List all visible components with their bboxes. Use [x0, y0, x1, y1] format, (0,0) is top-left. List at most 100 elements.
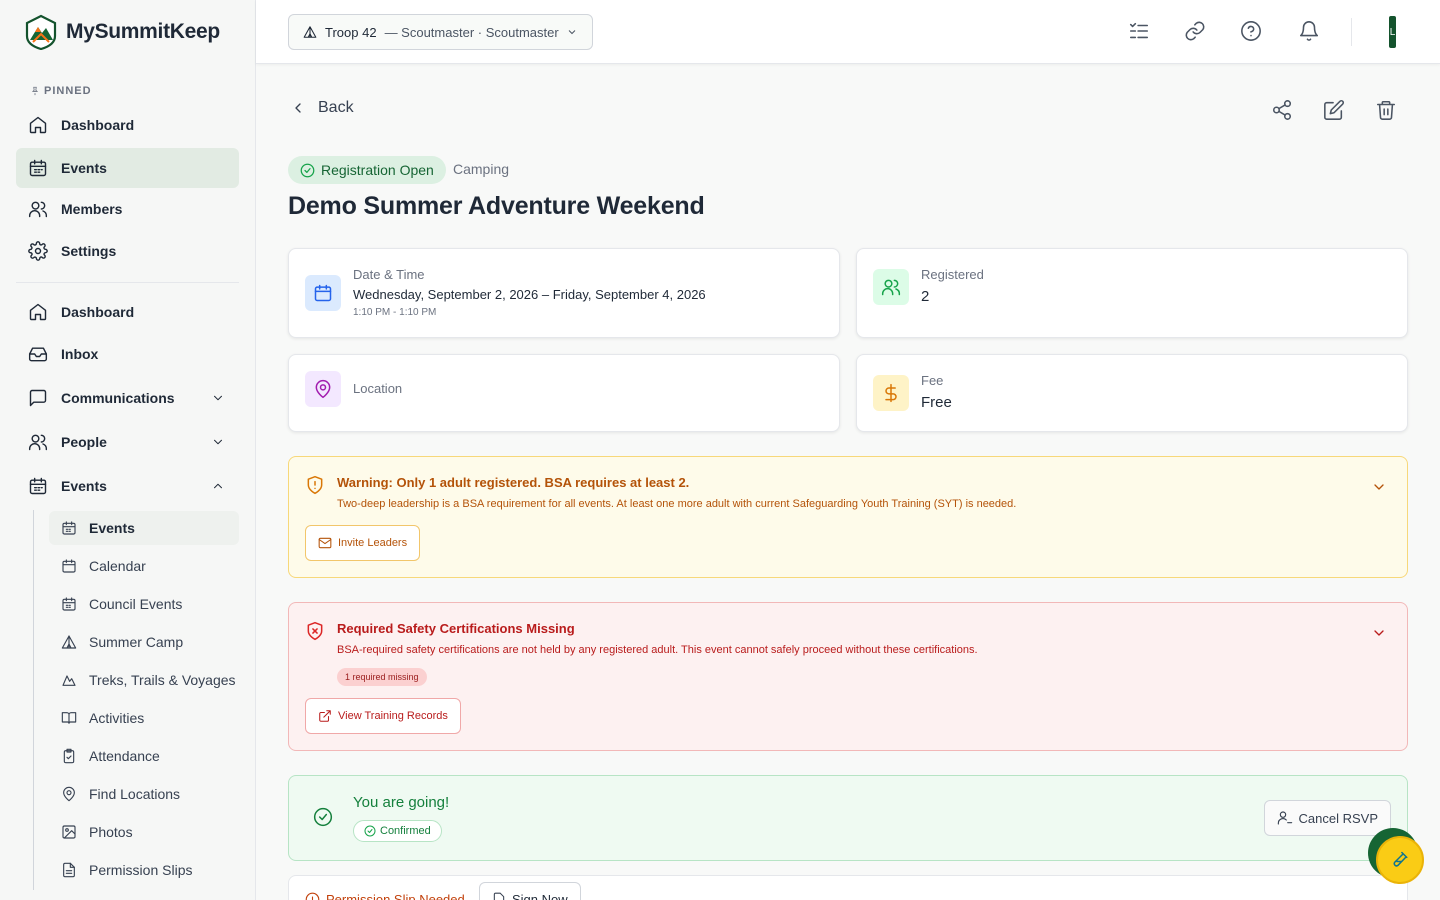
bell-icon [1299, 21, 1319, 41]
rsvp-confirmed-badge: Confirmed [353, 820, 442, 842]
checklist-button[interactable] [1128, 20, 1150, 42]
registered-card: Registered 2 [856, 248, 1408, 338]
sidebar-subitem-events[interactable]: Events [49, 511, 239, 545]
sidebar-pinned-dashboard[interactable]: Dashboard [16, 105, 239, 145]
cancel-rsvp-label: Cancel RSVP [1298, 810, 1378, 826]
avatar[interactable]: L [1389, 16, 1396, 48]
header-divider [1351, 18, 1352, 46]
test-tube-button[interactable] [1376, 836, 1424, 884]
users-icon [28, 201, 48, 218]
time-value: 1:10 PM - 1:10 PM [353, 307, 437, 318]
sidebar-item-communications[interactable]: Communications [16, 378, 239, 418]
delete-button[interactable] [1375, 99, 1397, 121]
safety-title: Required Safety Certifications Missing [337, 621, 575, 636]
sidebar-item-inbox[interactable]: Inbox [16, 334, 239, 374]
pinned-label-text: PINNED [44, 85, 92, 97]
link-button[interactable] [1184, 20, 1206, 42]
home-icon [29, 303, 47, 321]
date-time-card: Date & Time Wednesday, September 2, 2026… [288, 248, 840, 338]
sidebar-item-label: Dashboard [61, 304, 135, 320]
rsvp-title: You are going! [353, 794, 450, 811]
gear-icon [28, 241, 48, 261]
sidebar-subitem-summer-camp[interactable]: Summer Camp [49, 625, 239, 659]
sidebar-subitem-treks[interactable]: Treks, Trails & Voyages [49, 663, 239, 697]
help-button[interactable] [1240, 20, 1262, 42]
sidebar-item-people[interactable]: People [16, 422, 239, 462]
sidebar-item-dashboard[interactable]: Dashboard [16, 292, 239, 332]
safety-text: BSA-required safety certifications are n… [337, 644, 978, 656]
sidebar-pinned-members[interactable]: Members [16, 189, 239, 229]
test-tube-icon [1393, 851, 1408, 867]
calendar-icon [305, 275, 341, 311]
chevron-down-icon [214, 439, 222, 445]
brand[interactable]: MySummitKeep [24, 14, 220, 50]
logo-icon [25, 14, 57, 50]
checklist-icon [1129, 22, 1149, 39]
sidebar-subitem-attendance[interactable]: Attendance [49, 739, 239, 773]
app-name: MySummitKeep [66, 20, 220, 43]
sidebar-item-events[interactable]: Events [16, 466, 239, 506]
submenu-guide-line [33, 510, 34, 890]
back-button[interactable]: Back [290, 99, 354, 117]
page-title: Demo Summer Adventure Weekend [288, 192, 705, 220]
sidebar-subitem-council-events[interactable]: Council Events [49, 587, 239, 621]
chevron-up-icon [214, 483, 222, 489]
sidebar-subitem-permission-slips[interactable]: Permission Slips [49, 853, 239, 887]
fee-label: Fee [921, 373, 944, 388]
sidebar-subitem-label: Attendance [89, 748, 160, 764]
fee-value: Free [921, 394, 952, 411]
trash-icon [1376, 100, 1396, 120]
sidebar-subitem-find-locations[interactable]: Find Locations [49, 777, 239, 811]
map-pin-icon [63, 786, 75, 802]
sidebar-subitem-photos[interactable]: Photos [49, 815, 239, 849]
date-value: Wednesday, September 2, 2026 – Friday, S… [353, 287, 706, 302]
permission-slip-card: Permission Slip Needed Sign Now [288, 875, 1408, 900]
warning-text: Two-deep leadership is a BSA requirement… [337, 498, 1017, 510]
help-icon [1241, 21, 1261, 41]
pinned-section-label: PINNED [30, 85, 92, 97]
missing-count-badge: 1 required missing [337, 668, 427, 686]
view-training-records-button[interactable]: View Training Records [305, 698, 461, 734]
location-card: Location [288, 354, 840, 432]
registered-value: 2 [921, 288, 930, 305]
sidebar-subitem-label: Activities [89, 710, 145, 726]
sidebar-subitem-activities[interactable]: Activities [49, 701, 239, 735]
share-button[interactable] [1271, 99, 1293, 121]
calendar-icon [29, 477, 47, 495]
chevron-down-icon [1374, 630, 1384, 636]
fee-card: Fee Free [856, 354, 1408, 432]
chevron-left-icon [295, 103, 301, 113]
registered-label: Registered [921, 267, 984, 282]
home-icon [29, 116, 47, 134]
rsvp-status-text: Confirmed [380, 825, 431, 837]
external-link-icon [319, 710, 331, 722]
cancel-rsvp-button[interactable]: Cancel RSVP [1263, 800, 1391, 836]
sidebar-item-label: Settings [61, 243, 117, 259]
sidebar-item-label: Events [61, 478, 107, 494]
file-icon [493, 892, 505, 900]
sidebar-subitem-label: Events [89, 520, 135, 536]
notifications-button[interactable] [1298, 20, 1320, 42]
sidebar-pinned-settings[interactable]: Settings [16, 231, 239, 271]
calendar-icon [62, 521, 76, 535]
safety-toggle[interactable] [1371, 625, 1387, 641]
sidebar-pinned-events[interactable]: Events [16, 148, 239, 188]
event-detail: Back Registration Open Camping Demo Summ… [256, 64, 1440, 900]
sign-now-button[interactable]: Sign Now [479, 882, 581, 900]
sidebar-subitem-label: Calendar [89, 558, 146, 574]
permission-slip-label: Permission Slip Needed [305, 892, 465, 900]
mountain-icon [62, 675, 76, 686]
calendar-icon [29, 159, 47, 177]
invite-leaders-button[interactable]: Invite Leaders [305, 525, 421, 561]
sidebar-item-label: Dashboard [61, 117, 135, 133]
sidebar-subitem-label: Photos [89, 824, 133, 840]
chevron-down-icon [1374, 484, 1384, 490]
view-training-records-label: View Training Records [338, 710, 448, 722]
troop-selector[interactable]: Troop 42 — Scoutmaster · Scoutmaster [288, 14, 593, 50]
share-icon [1272, 100, 1292, 120]
users-icon [873, 269, 909, 305]
user-minus-icon [1277, 811, 1292, 825]
sidebar-subitem-calendar[interactable]: Calendar [49, 549, 239, 583]
warning-toggle[interactable] [1371, 479, 1387, 495]
edit-button[interactable] [1323, 99, 1345, 121]
